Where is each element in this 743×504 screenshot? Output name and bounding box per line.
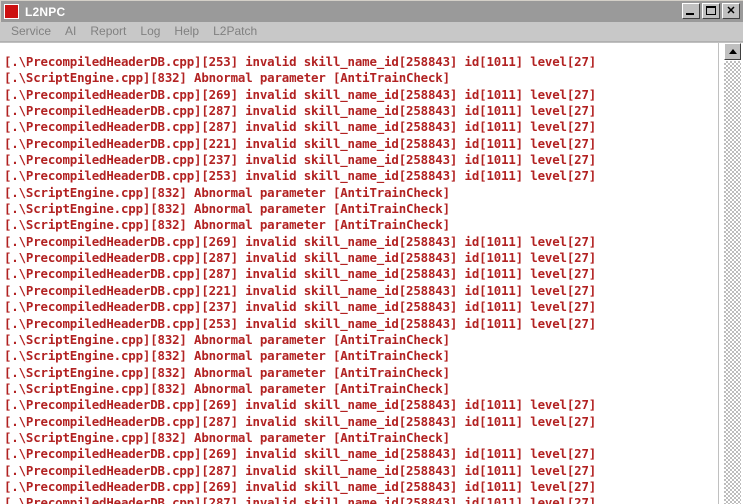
- log-line: [.\ScriptEngine.cpp][832] Abnormal param…: [4, 429, 450, 445]
- vertical-scrollbar[interactable]: [718, 43, 743, 504]
- maximize-button[interactable]: [702, 3, 720, 19]
- menu-item-ai[interactable]: AI: [58, 23, 83, 40]
- log-line: [.\PrecompiledHeaderDB.cpp][287] invalid…: [4, 103, 597, 119]
- title-bar[interactable]: L2NPC ✕: [0, 0, 743, 22]
- application-window: L2NPC ✕ Service AI Report Log Help L2Pat…: [0, 0, 743, 504]
- log-line: [.\PrecompiledHeaderDB.cpp][237] invalid…: [4, 152, 597, 168]
- log-line: [.\ScriptEngine.cpp][832] Abnormal param…: [4, 70, 450, 86]
- window-controls: ✕: [682, 3, 740, 19]
- scroll-up-button[interactable]: [724, 43, 741, 60]
- minimize-icon: [686, 13, 694, 15]
- log-line: [.\ScriptEngine.cpp][832] Abnormal param…: [4, 217, 450, 233]
- log-line: [.\PrecompiledHeaderDB.cpp][237] invalid…: [4, 299, 597, 315]
- app-icon[interactable]: [4, 4, 19, 19]
- log-line: [.\PrecompiledHeaderDB.cpp][253] invalid…: [4, 315, 597, 331]
- menu-item-l2patch[interactable]: L2Patch: [206, 23, 264, 40]
- log-line: [.\PrecompiledHeaderDB.cpp][269] invalid…: [4, 446, 597, 462]
- log-line: [.\PrecompiledHeaderDB.cpp][269] invalid…: [4, 397, 597, 413]
- log-line: [.\ScriptEngine.cpp][832] Abnormal param…: [4, 380, 450, 396]
- close-icon: ✕: [726, 5, 736, 17]
- log-line: [.\PrecompiledHeaderDB.cpp][269] invalid…: [4, 86, 597, 102]
- log-line: [.\PrecompiledHeaderDB.cpp][253] invalid…: [4, 54, 597, 69]
- log-line: [.\PrecompiledHeaderDB.cpp][269] invalid…: [4, 233, 597, 249]
- log-line: [.\PrecompiledHeaderDB.cpp][287] invalid…: [4, 495, 597, 504]
- log-line: [.\PrecompiledHeaderDB.cpp][287] invalid…: [4, 250, 597, 266]
- scrollbar-divider: [718, 43, 719, 504]
- log-line: [.\ScriptEngine.cpp][832] Abnormal param…: [4, 348, 450, 364]
- menu-item-log[interactable]: Log: [133, 23, 167, 40]
- log-line: [.\PrecompiledHeaderDB.cpp][221] invalid…: [4, 135, 597, 151]
- log-line: [.\ScriptEngine.cpp][832] Abnormal param…: [4, 201, 450, 217]
- menu-bar: Service AI Report Log Help L2Patch: [0, 22, 743, 42]
- scrollbar-track[interactable]: [724, 61, 741, 504]
- log-line: [.\PrecompiledHeaderDB.cpp][287] invalid…: [4, 413, 597, 429]
- menu-item-help[interactable]: Help: [167, 23, 206, 40]
- log-line: [.\ScriptEngine.cpp][832] Abnormal param…: [4, 184, 450, 200]
- log-line: [.\PrecompiledHeaderDB.cpp][287] invalid…: [4, 119, 597, 135]
- menu-item-service[interactable]: Service: [4, 23, 58, 40]
- log-output-area[interactable]: [.\PrecompiledHeaderDB.cpp][253] invalid…: [0, 43, 718, 504]
- window-title: L2NPC: [25, 4, 66, 19]
- minimize-button[interactable]: [682, 3, 700, 19]
- log-line: [.\PrecompiledHeaderDB.cpp][253] invalid…: [4, 168, 597, 184]
- log-line: [.\PrecompiledHeaderDB.cpp][287] invalid…: [4, 266, 597, 282]
- log-line: [.\PrecompiledHeaderDB.cpp][269] invalid…: [4, 478, 597, 494]
- close-button[interactable]: ✕: [722, 3, 740, 19]
- maximize-icon: [706, 6, 716, 15]
- chevron-up-icon: [729, 49, 737, 54]
- log-line: [.\ScriptEngine.cpp][832] Abnormal param…: [4, 331, 450, 347]
- log-line: [.\ScriptEngine.cpp][832] Abnormal param…: [4, 364, 450, 380]
- log-line: [.\PrecompiledHeaderDB.cpp][287] invalid…: [4, 462, 597, 478]
- log-line: [.\PrecompiledHeaderDB.cpp][221] invalid…: [4, 282, 597, 298]
- menu-item-report[interactable]: Report: [83, 23, 133, 40]
